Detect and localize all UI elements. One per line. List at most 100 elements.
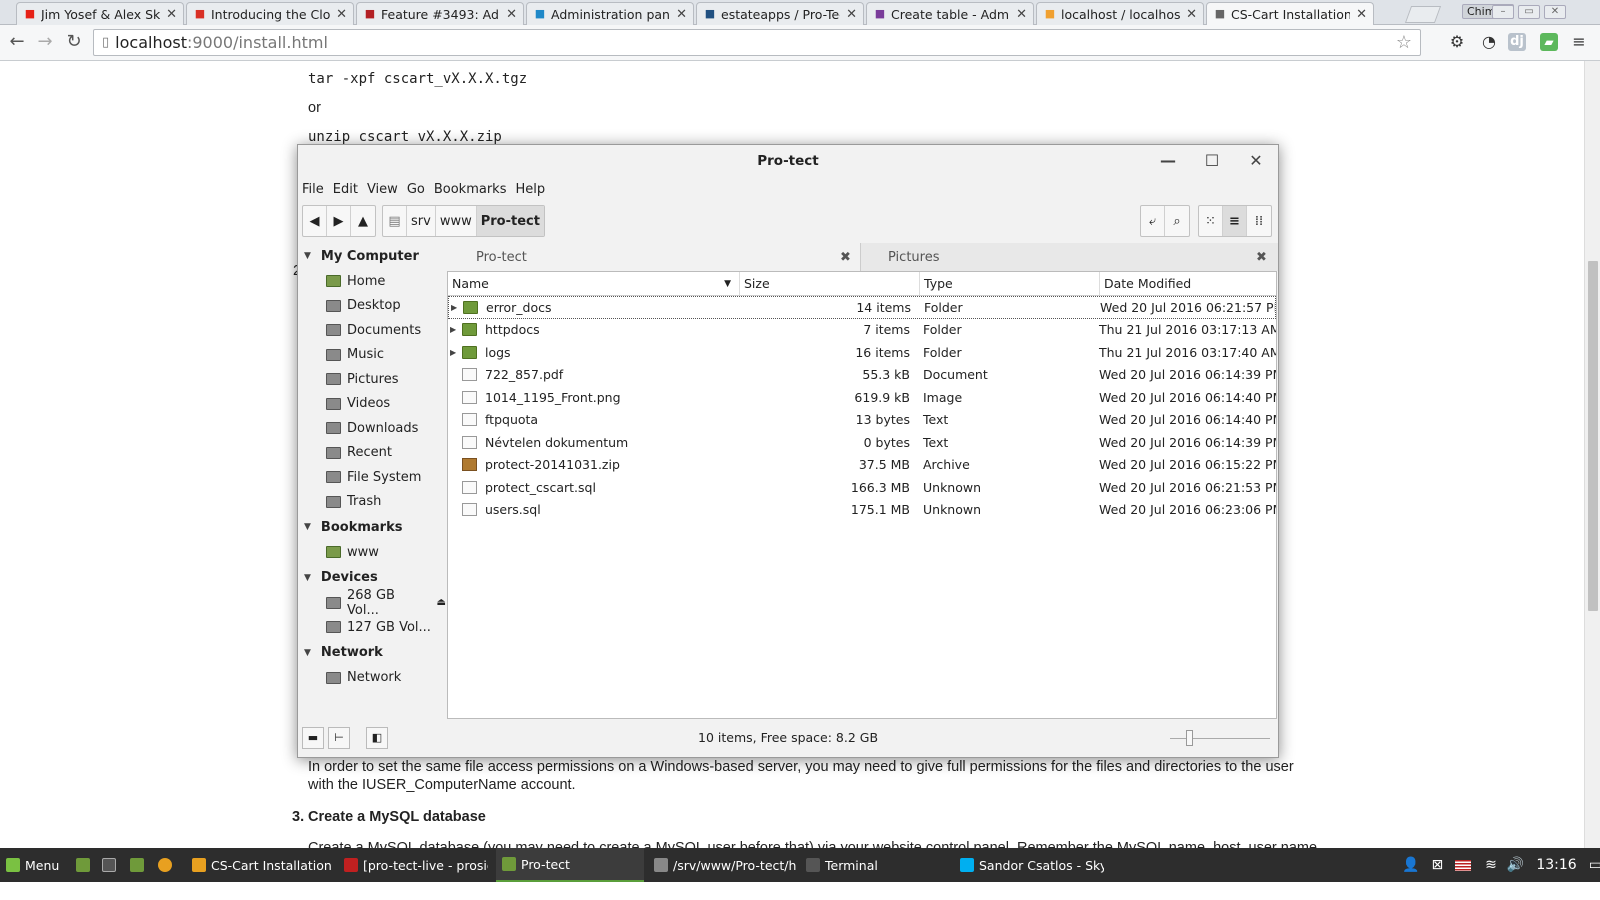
- expander-triangle-icon[interactable]: ▼: [304, 522, 311, 532]
- window-titlebar[interactable]: Pro-tect — ☐ ✕: [298, 145, 1278, 177]
- expand-arrow-icon[interactable]: ▶: [451, 303, 461, 312]
- taskbar-window[interactable]: Sandor Csatlos - Skyp...: [954, 848, 1104, 882]
- extension-dj-icon[interactable]: dj: [1508, 33, 1526, 51]
- browser-menu-icon[interactable]: ≡: [1568, 31, 1590, 53]
- sidebar-item[interactable]: Videos: [298, 392, 446, 417]
- sidebar-item[interactable]: Desktop: [298, 294, 446, 319]
- drive-icon[interactable]: ▤: [383, 206, 407, 236]
- new-tab-button[interactable]: [1404, 6, 1442, 23]
- sidebar-item[interactable]: Pictures: [298, 367, 446, 392]
- up-arrow-icon[interactable]: ▲: [351, 206, 375, 236]
- sidebar-section[interactable]: ▼ Bookmarks: [298, 514, 446, 540]
- file-row[interactable]: ▶ logs 16 items Folder Thu 21 Jul 2016 03:17…: [448, 341, 1276, 364]
- tab-close-icon[interactable]: ✕: [676, 7, 687, 22]
- close-browser-button[interactable]: ✕: [1544, 5, 1566, 19]
- menu-file[interactable]: File: [302, 182, 324, 197]
- file-row[interactable]: 1014_1195_Front.png 619.9 kB Image Wed 20 J…: [448, 386, 1276, 409]
- taskbar-window[interactable]: [pro-tect-live - prosig...: [338, 848, 488, 882]
- close-icon[interactable]: ✕: [1234, 145, 1278, 177]
- menu-bookmarks[interactable]: Bookmarks: [434, 182, 507, 197]
- sidebar-section[interactable]: ▼ My Computer: [298, 243, 446, 269]
- tab-close-icon[interactable]: ✕: [506, 7, 517, 22]
- taskbar-window[interactable]: CS-Cart Installation In...: [186, 848, 334, 882]
- browser-tab[interactable]: ■ CS-Cart Installation Ir ✕: [1206, 2, 1374, 25]
- expand-arrow-icon[interactable]: ▶: [450, 348, 460, 357]
- toggle-location-icon[interactable]: ⤶: [1141, 206, 1165, 236]
- col-size[interactable]: Size: [740, 272, 920, 295]
- tab-close-icon[interactable]: ✕: [1356, 7, 1367, 22]
- menu-view[interactable]: View: [367, 182, 398, 197]
- sidebar-item[interactable]: 268 GB Vol... ⏏: [298, 588, 446, 618]
- file-row[interactable]: users.sql 175.1 MB Unknown Wed 20 Jul 2016 …: [448, 499, 1276, 522]
- browser-tab[interactable]: ■ Jim Yosef & Alex Skrin ✕: [16, 2, 184, 25]
- file-row[interactable]: 722_857.pdf 55.3 kB Document Wed 20 Jul 201…: [448, 364, 1276, 387]
- pane-tab-left[interactable]: Pro-tect: [476, 245, 527, 271]
- sidebar-item[interactable]: Trash: [298, 490, 446, 515]
- chrome-launcher-icon[interactable]: [152, 848, 183, 882]
- hide-sidebar-icon[interactable]: ◧: [366, 727, 388, 749]
- menu-go[interactable]: Go: [407, 182, 425, 197]
- browser-tab[interactable]: ■ estateapps / Pro-Tect ✕: [696, 2, 864, 25]
- forward-icon[interactable]: →: [34, 31, 56, 52]
- pane-tab-right[interactable]: Pictures: [888, 245, 939, 271]
- expander-triangle-icon[interactable]: ▼: [304, 573, 311, 583]
- browser-tab[interactable]: ■ localhost / localhost / ✕: [1036, 2, 1204, 25]
- places-icon[interactable]: ▬: [302, 727, 324, 749]
- restore-browser-button[interactable]: ▭: [1518, 5, 1540, 19]
- breadcrumb-item[interactable]: srv: [407, 206, 436, 236]
- volume-icon[interactable]: 🔊: [1507, 857, 1524, 873]
- menu-edit[interactable]: Edit: [333, 182, 358, 197]
- sidebar-section[interactable]: ▼ Devices: [298, 565, 446, 591]
- sidebar-item[interactable]: www: [298, 540, 446, 565]
- tab-close-icon[interactable]: ✕: [846, 7, 857, 22]
- minimize-icon[interactable]: —: [1146, 145, 1190, 177]
- sidebar-item[interactable]: Music: [298, 343, 446, 368]
- sidebar-section[interactable]: ▼ Network: [298, 640, 446, 666]
- file-row[interactable]: protect-20141031.zip 37.5 MB Archive Wed 20…: [448, 454, 1276, 477]
- taskbar-window[interactable]: /srv/www/Pro-tect/ht...: [648, 848, 796, 882]
- file-row[interactable]: ftpquota 13 bytes Text Wed 20 Jul 2016 06:1…: [448, 409, 1276, 432]
- sidebar-item[interactable]: 127 GB Vol...: [298, 615, 446, 640]
- taskbar-window[interactable]: Terminal: [800, 848, 950, 882]
- col-name[interactable]: Name ▼: [448, 272, 740, 295]
- minimize-browser-button[interactable]: –: [1492, 5, 1514, 19]
- show-desktop-tray-icon[interactable]: ▭: [1589, 857, 1600, 873]
- maximize-icon[interactable]: ☐: [1190, 145, 1234, 177]
- forward-arrow-icon[interactable]: ▶: [327, 206, 351, 236]
- col-date[interactable]: Date Modified: [1100, 272, 1276, 295]
- expand-arrow-icon[interactable]: ▶: [450, 325, 460, 334]
- address-bar[interactable]: ▯ localhost :9000/install.html ☆: [93, 29, 1421, 56]
- back-arrow-icon[interactable]: ◀: [303, 206, 327, 236]
- tab-close-icon[interactable]: ✕: [336, 7, 347, 22]
- page-scrollbar[interactable]: [1584, 61, 1600, 848]
- icon-view-icon[interactable]: ⁙: [1199, 206, 1223, 236]
- file-row[interactable]: ▶ httpdocs 7 items Folder Thu 21 Jul 2016 03…: [448, 319, 1276, 342]
- list-view-icon[interactable]: ≡: [1223, 206, 1247, 236]
- browser-tab[interactable]: ■ Feature #3493: Admi ✕: [356, 2, 524, 25]
- sidebar-item[interactable]: Home: [298, 269, 446, 294]
- browser-tab[interactable]: ■ Create table - Admini ✕: [866, 2, 1034, 25]
- bookmark-star-icon[interactable]: ☆: [1396, 32, 1412, 53]
- file-row[interactable]: ▶ error_docs 14 items Folder Wed 20 Jul 2016…: [448, 296, 1276, 319]
- clock[interactable]: 13:16: [1536, 857, 1576, 873]
- file-row[interactable]: Névtelen dokumentum 0 bytes Text Wed 20 Jul…: [448, 431, 1276, 454]
- files-launcher-icon[interactable]: [124, 848, 155, 882]
- scrollbar-thumb[interactable]: [1588, 261, 1598, 611]
- tree-icon[interactable]: ⊢: [328, 727, 350, 749]
- sidebar-item[interactable]: File System: [298, 465, 446, 490]
- reload-icon[interactable]: ↻: [63, 31, 85, 52]
- eject-icon[interactable]: ⏏: [437, 597, 446, 608]
- browser-tab[interactable]: ■ Administration panel ✕: [526, 2, 694, 25]
- tab-close-icon[interactable]: ✕: [166, 7, 177, 22]
- taskbar-window[interactable]: Pro-tect: [496, 848, 644, 882]
- col-type[interactable]: Type: [920, 272, 1100, 295]
- zoom-slider-handle[interactable]: [1186, 730, 1193, 746]
- tab-close-icon[interactable]: ✕: [1186, 7, 1197, 22]
- tab-close-icon[interactable]: ✕: [1016, 7, 1027, 22]
- breadcrumb-item[interactable]: Pro-tect: [476, 206, 544, 236]
- sidebar-item[interactable]: Documents: [298, 318, 446, 343]
- compact-view-icon[interactable]: ⁞⁞: [1247, 206, 1271, 236]
- expander-triangle-icon[interactable]: ▼: [304, 251, 311, 261]
- close-pane-left-icon[interactable]: ✖: [840, 245, 851, 271]
- us-flag-icon[interactable]: [1455, 859, 1472, 871]
